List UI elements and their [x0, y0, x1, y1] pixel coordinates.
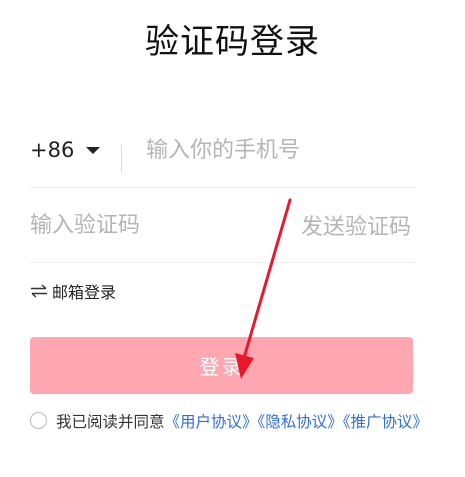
agreement-text: 我已阅读并同意《用户协议》《隐私协议》《推广协议》 — [30, 410, 430, 435]
divider — [121, 145, 122, 173]
country-code-selector[interactable]: +86 — [30, 113, 101, 187]
login-button[interactable]: 登录 — [30, 337, 413, 394]
country-code: +86 — [30, 138, 75, 162]
send-code-button[interactable]: 发送验证码 — [301, 188, 411, 262]
verification-code-input[interactable] — [30, 188, 280, 262]
code-row: 发送验证码 — [30, 188, 415, 263]
email-login-label: 邮箱登录 — [52, 283, 117, 302]
agree-radio[interactable] — [30, 412, 47, 429]
email-login-link[interactable]: 邮箱登录 — [30, 279, 116, 303]
caret-down-icon — [86, 146, 101, 154]
agreement: 我已阅读并同意《用户协议》《隐私协议》《推广协议》 — [30, 410, 430, 435]
privacy-agreement-link[interactable]: 《隐私协议》 — [258, 413, 343, 431]
phone-input[interactable] — [146, 113, 415, 187]
phone-row: +86 — [30, 113, 415, 188]
agreement-prefix: 我已阅读并同意 — [56, 413, 165, 431]
promotion-agreement-link[interactable]: 《推广协议》 — [343, 413, 428, 431]
page-title: 验证码登录 — [145, 22, 320, 62]
user-agreement-link[interactable]: 《用户协议》 — [165, 413, 258, 431]
swap-arrows-icon — [31, 284, 47, 298]
